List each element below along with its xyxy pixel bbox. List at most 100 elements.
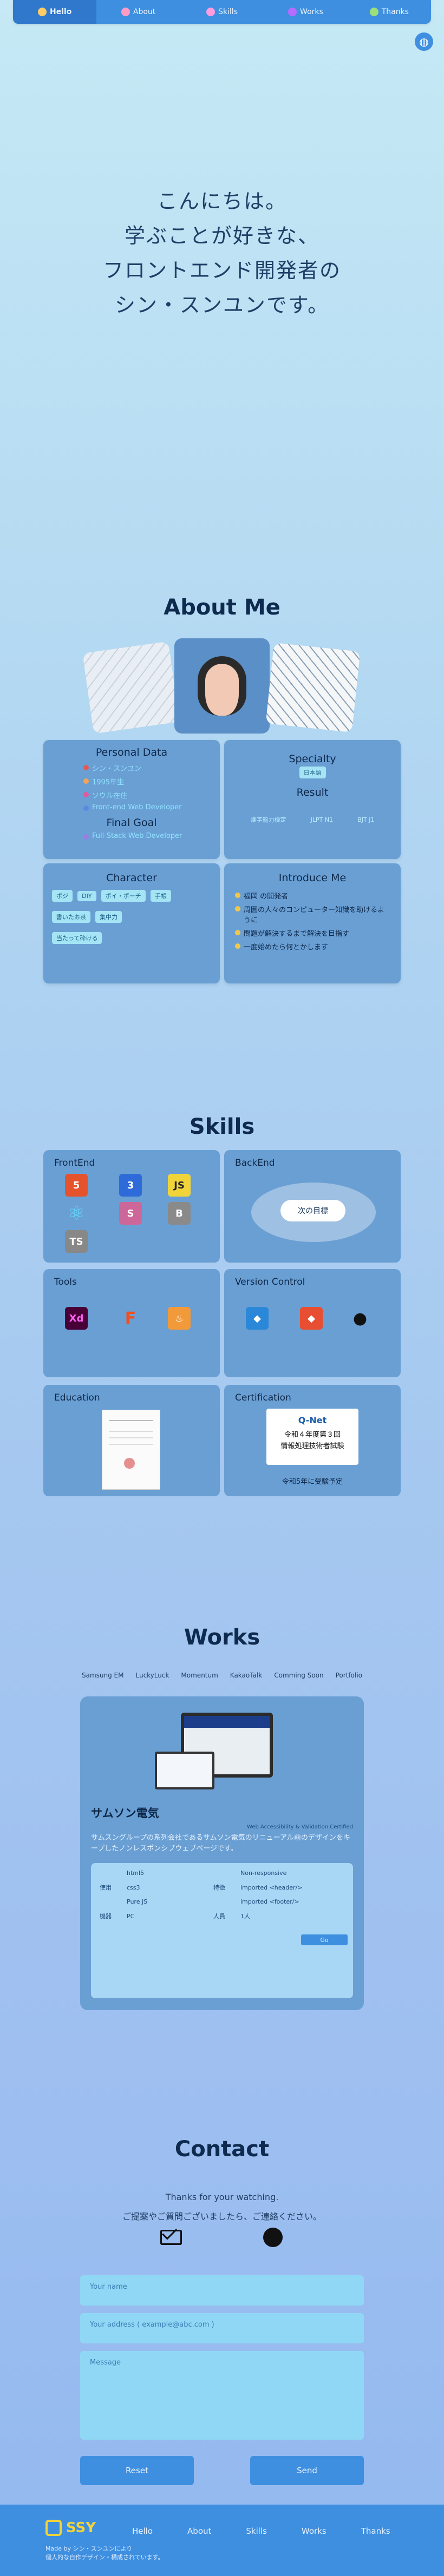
introduce-card: Introduce Me 福岡 の開発者 周囲の人々のコンピューター知識を助ける… <box>224 863 401 983</box>
pin-icon <box>235 930 240 935</box>
react-icon: ⚛ <box>67 1202 86 1225</box>
javascript-icon: JS <box>168 1174 191 1197</box>
name-input[interactable]: Your name <box>80 2275 364 2306</box>
logo-text: SSY <box>66 2520 96 2536</box>
job-icon <box>83 805 89 811</box>
nav-item-hello[interactable]: Hello <box>13 0 97 24</box>
footer-nav: Hello About Skills Works Thanks <box>132 2526 390 2536</box>
about-title: About Me <box>164 595 280 620</box>
tab-kakaotalk[interactable]: KakaoTalk <box>230 1672 262 1679</box>
list-item: 周囲の人々のコンピューター知識を助けるように <box>235 904 390 924</box>
bootstrap-icon: B <box>168 1202 191 1225</box>
certification-title: Certification <box>235 1392 291 1403</box>
logo-icon <box>45 2520 62 2536</box>
hero-line: こんにちは。 <box>156 189 287 213</box>
footer-credit-line: 個人的な自作デザイン・構成されています。 <box>45 2554 164 2561</box>
tools-card: Tools Xd F ♨ <box>43 1269 220 1377</box>
introduce-title: Introduce Me <box>278 872 347 884</box>
education-card: Education <box>43 1385 220 1496</box>
tab-luckyluck[interactable]: LuckyLuck <box>135 1672 169 1679</box>
project-details: html5 Non-responsive 使用 css3 特徴 imported <he… <box>91 1863 353 1998</box>
list-item-text: ソウル在住 <box>92 792 128 800</box>
cert-line: 令和４年度第３回 <box>284 1431 341 1439</box>
message-textarea[interactable]: Message <box>80 2351 364 2440</box>
character-title: Character <box>106 872 157 884</box>
footer-link-hello[interactable]: Hello <box>132 2526 153 2536</box>
footer-credits: Made by シン・スンユンにより 個人的な自作デザイン・構成されています。 <box>45 2545 164 2562</box>
specialty-tag: 日本語 <box>299 767 326 778</box>
character-tag: DIY <box>77 891 96 901</box>
reset-button[interactable]: Reset <box>80 2456 194 2485</box>
nav-item-skills[interactable]: Skills <box>180 0 264 24</box>
skills-title: Skills <box>189 1114 255 1139</box>
character-tag: 当たって砕ける <box>52 932 102 944</box>
nav-item-about[interactable]: About <box>96 0 180 24</box>
list-item-text: 福岡 の開発者 <box>244 893 289 901</box>
location-icon <box>83 792 89 797</box>
list-item-text: 問題が解決するまで解決を目指す <box>244 930 350 938</box>
character-tag: ポイ・ポーチ <box>101 890 146 902</box>
adobe-xd-icon: Xd <box>65 1307 88 1330</box>
project-tagline: Web Accessibility & Validation Certified <box>247 1824 353 1830</box>
avatar <box>174 638 270 734</box>
hero-line: フロントエンド開発者の <box>102 259 341 282</box>
tab-coming-soon[interactable]: Comming Soon <box>274 1672 323 1679</box>
table-row: 機器 PC 人員 1人 <box>100 1912 250 1920</box>
footer-logo[interactable]: SSY <box>45 2520 96 2536</box>
list-item: 一度始めたら何とかします <box>235 941 390 952</box>
birthday-icon <box>83 778 89 784</box>
personal-data-title: Personal Data <box>95 747 168 758</box>
version-control-card: Version Control ◆ ◆ ● <box>224 1269 401 1377</box>
tab-momentum[interactable]: Momentum <box>181 1672 218 1679</box>
nav-label: Skills <box>218 8 238 16</box>
footer-link-works[interactable]: Works <box>302 2526 327 2536</box>
list-item-text: 一度始めたら何とかします <box>244 943 329 952</box>
character-tag: ポジ <box>52 890 73 902</box>
specialty-title: Specialty <box>289 753 336 765</box>
project-table: html5 Non-responsive 使用 css3 特徴 imported <he… <box>94 1866 308 1924</box>
character-tag: 集中力 <box>95 911 122 923</box>
tab-samsung[interactable]: Samsung EM <box>82 1672 124 1679</box>
nav-label: About <box>133 8 156 16</box>
top-nav: Hello About Skills Works Thanks <box>13 0 431 24</box>
specialty-card: Specialty 日本語 Result 漢字能力検定 JLPT N1 BJT … <box>224 740 401 859</box>
tools-title: Tools <box>54 1277 77 1287</box>
email-input[interactable]: Your address ( example@abc.com ) <box>80 2313 364 2343</box>
footer-link-skills[interactable]: Skills <box>246 2526 267 2536</box>
table-row: html5 Non-responsive <box>127 1870 287 1877</box>
list-item-text: Front-end Web Developer <box>92 803 182 811</box>
laptop-mockup-image <box>155 1752 214 1789</box>
tab-portfolio[interactable]: Portfolio <box>336 1672 362 1679</box>
project-name: サムソン電気 <box>91 1807 159 1820</box>
next-goal-button[interactable]: 次の目標 <box>280 1200 345 1221</box>
hero-line: 学ぶことが好きな、 <box>124 224 319 248</box>
table-row: 使用 css3 特徴 imported <header/> <box>100 1884 303 1892</box>
footer-link-about[interactable]: About <box>187 2526 211 2536</box>
result-item: JLPT N1 <box>310 816 334 823</box>
list-item: 1995年生 <box>83 776 220 787</box>
stairs-image <box>265 643 361 732</box>
list-item-text: シン・スンユン <box>92 765 142 773</box>
git-icon: ◆ <box>300 1307 323 1330</box>
diploma-image <box>102 1410 160 1490</box>
sass-icon: S <box>119 1202 142 1225</box>
nav-label: Hello <box>49 8 72 16</box>
footer: SSY Hello About Skills Works Thanks Made… <box>0 2505 444 2576</box>
certification-card: Certification Q-Net 令和４年度第３回 情報処理技術者試験 令… <box>224 1385 401 1496</box>
send-button[interactable]: Send <box>250 2456 364 2485</box>
works-icon <box>288 8 297 16</box>
final-goal-title: Final Goal <box>106 817 157 829</box>
list-item: Front-end Web Developer <box>83 803 220 811</box>
character-tag: 書いたお茶 <box>52 911 90 923</box>
nav-item-thanks[interactable]: Thanks <box>348 0 431 24</box>
list-item-text: 周囲の人々のコンピューター知識を助けるように <box>244 906 385 924</box>
personal-data-card: Personal Data シン・スンユン 1995年生 ソウル在住 Front… <box>43 740 220 859</box>
language-globe-icon[interactable]: ◍ <box>415 32 433 51</box>
frontend-card: FrontEnd 5 3 JS ⚛ S B TS <box>43 1150 220 1263</box>
footer-credit-line: Made by シン・スンユンにより <box>45 2545 133 2552</box>
github-contact-icon[interactable] <box>263 2228 283 2247</box>
nav-item-works[interactable]: Works <box>264 0 347 24</box>
footer-link-thanks[interactable]: Thanks <box>361 2526 390 2536</box>
mail-icon[interactable] <box>160 2224 182 2245</box>
go-button[interactable]: Go <box>301 1934 348 1945</box>
